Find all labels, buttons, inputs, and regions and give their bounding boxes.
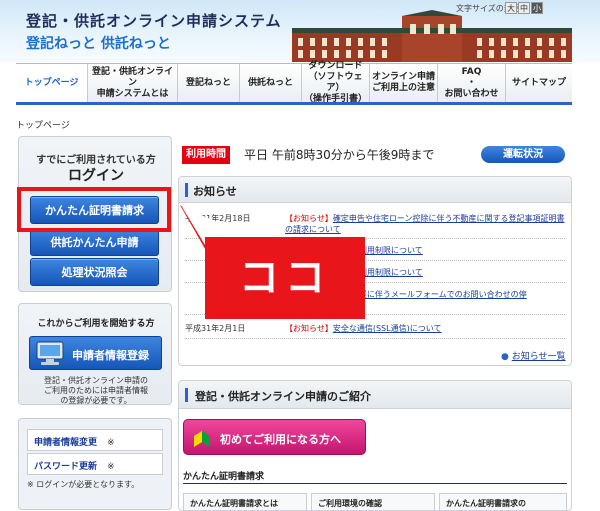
note-mark: ※ [107, 462, 115, 472]
header-accent-bar [185, 183, 188, 197]
register-description: 登記・供託オンライン申請の ご利用のためには申請者情報 の登録が必要です。 [44, 376, 148, 405]
intro-panel: 登記・供託オンライン申請のご紹介 初めてご利用になる方へ かんたん証明書請求 か… [178, 380, 572, 511]
environment-check-link[interactable]: ご利用環境の確認 [311, 493, 435, 510]
first-time-button[interactable]: 初めてご利用になる方へ [183, 419, 366, 455]
news-item: 平成31年2月1日 【お知らせ】安全な通信(SSL通信)について [185, 323, 565, 339]
login-note: すでにご利用されている方 [36, 155, 156, 166]
nav-download[interactable]: ダウンロード （ソフトウェア） （操作手引書） [302, 61, 370, 104]
nav-label: FAQ ・ お問い合わせ [444, 66, 499, 99]
change-info-link[interactable]: 申請者情報変更 ※ [27, 429, 163, 451]
easy-deposit-button[interactable]: 供託かんたん申請 [30, 228, 159, 256]
intro-title: 登記・供託オンライン申請のご紹介 [195, 390, 371, 403]
beginner-mark-icon [194, 431, 210, 447]
nav-caution[interactable]: オンライン申請 ご利用上の注意 [370, 64, 438, 102]
register-title: これからご利用を開始する方 [37, 319, 155, 329]
callout-box: ココ [205, 237, 365, 319]
nav-label: サイトマップ [511, 77, 566, 88]
nav-label: ダウンロード （ソフトウェア） （操作手引書） [304, 61, 368, 104]
password-update-label: パスワード更新 [34, 462, 98, 472]
news-date: 平成31年2月1日 [185, 324, 246, 333]
site-title[interactable]: 登記・供託オンライン申請システム [26, 10, 282, 31]
first-time-label: 初めてご利用になる方へ [220, 433, 341, 446]
news-text[interactable]: 安全な通信(SSL通信)について [333, 324, 442, 333]
site-header: 登記・供託オンライン申請システム 登記ねっと 供託ねっと 文字サイズの変更 大 … [0, 0, 600, 62]
header-accent-bar [185, 388, 188, 402]
hours-label: 利用時間 [182, 146, 230, 164]
nav-sitemap[interactable]: サイトマップ [506, 64, 572, 102]
news-tag: 【お知らせ】 [285, 324, 333, 333]
cert-procedure-link[interactable]: かんたん証明書請求の [439, 493, 567, 510]
nav-label: 登記・供託オンライン 申請システムとは [91, 66, 173, 99]
intro-header: 登記・供託オンライン申請のご紹介 [179, 381, 571, 409]
nav-top[interactable]: トップページ [16, 64, 88, 102]
nav-label: 供託ねっと [247, 77, 293, 88]
divider [183, 483, 567, 484]
arrow-circle-icon: ● [501, 352, 509, 362]
nav-faq[interactable]: FAQ ・ お問い合わせ [438, 64, 506, 102]
global-nav: トップページ 登記・供託オンライン 申請システムとは 登記ねっと 供託ねっと ダ… [16, 61, 572, 105]
account-panel: 申請者情報変更 ※ パスワード更新 ※ ※ ログインが必要となります。 [18, 418, 172, 510]
register-panel: これからご利用を開始する方 申請者情報登録 登記・供託オンライン申請の ご利用の… [18, 303, 172, 405]
news-link[interactable]: ンス作業に伴うメールフォームでのお問い合わせの停 [335, 289, 565, 300]
change-info-label: 申請者情報変更 [34, 438, 98, 448]
highlight-box [17, 187, 171, 232]
building-illustration [292, 10, 572, 62]
news-more-text[interactable]: お知らせ一覧 [512, 352, 566, 362]
nav-kyotaku[interactable]: 供託ねっと [240, 64, 302, 102]
note-mark: ※ [107, 438, 115, 448]
computer-icon [36, 341, 64, 365]
news-link[interactable]: 【お知らせ】確定申告や住宅ローン控除に伴う不動産に関する登記事項証明書の請求につ… [285, 213, 565, 235]
nav-about[interactable]: 登記・供託オンライン 申請システムとは [88, 64, 178, 102]
login-title: ログイン [68, 168, 124, 184]
news-title: お知らせ [193, 185, 237, 198]
breadcrumb: トップページ [16, 121, 70, 131]
login-required-note: ※ ログインが必要となります。 [27, 480, 140, 489]
news-link[interactable]: 【お知らせ】安全な通信(SSL通信)について [285, 323, 565, 334]
news-link[interactable]: の一時利用制限について [335, 267, 600, 278]
operation-status-button[interactable]: 運転状況 [481, 146, 565, 163]
register-label: 申請者情報登録 [72, 349, 149, 362]
status-inquiry-button[interactable]: 処理状況照会 [30, 258, 159, 286]
cert-section-title: かんたん証明書請求 [183, 472, 265, 482]
password-update-link[interactable]: パスワード更新 ※ [27, 453, 163, 475]
nav-label: トップページ [24, 77, 79, 88]
site-subtitle[interactable]: 登記ねっと 供託ねっと [26, 33, 171, 53]
nav-toki[interactable]: 登記ねっと [178, 64, 240, 102]
news-link[interactable]: の一時利用制限について [335, 245, 600, 256]
register-button[interactable]: 申請者情報登録 [29, 336, 162, 370]
callout-text: ココ [239, 255, 331, 301]
cert-about-link[interactable]: かんたん証明書請求とは [183, 493, 307, 510]
nav-label: 登記ねっと [185, 77, 231, 88]
news-header: お知らせ [179, 177, 571, 203]
news-more-link[interactable]: ● お知らせ一覧 [501, 349, 566, 362]
hours-text: 平日 午前8時30分から午後9時まで [244, 148, 435, 162]
nav-label: オンライン申請 ご利用上の注意 [372, 72, 436, 93]
